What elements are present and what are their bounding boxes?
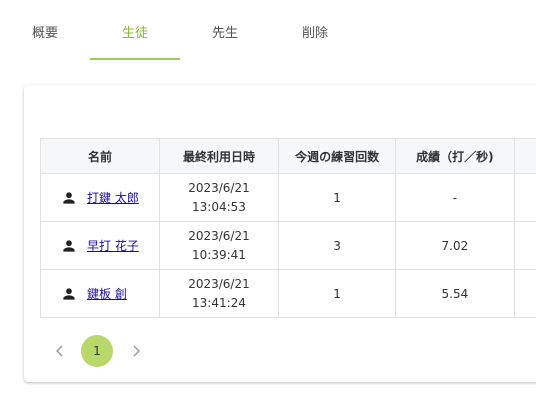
weekly-count-cell: 1 (277, 173, 397, 222)
table-row: 鍵板 創 2023/6/21 13:41:24 1 5.54 (40, 269, 536, 318)
name-cell: 鍵板 創 (40, 269, 160, 318)
active-tab-indicator (90, 58, 180, 60)
header-score[interactable]: 成績（打／秒) (395, 138, 515, 174)
weekly-count-cell: 1 (277, 269, 397, 318)
tab-overview[interactable]: 概要 (0, 0, 90, 62)
student-name-link[interactable]: 早打 花子 (87, 237, 139, 254)
name-cell: 早打 花子 (40, 221, 160, 270)
header-last-used[interactable]: 最終利用日時 (158, 138, 279, 174)
last-used-date: 2023/6/21 (188, 180, 250, 195)
last-used-time: 13:41:24 (192, 295, 246, 310)
student-name-link[interactable]: 鍵板 創 (87, 285, 127, 302)
tab-delete[interactable]: 削除 (270, 0, 360, 62)
score-cell: 7.02 (395, 221, 515, 270)
last-used-time: 13:04:53 (192, 199, 246, 214)
person-icon (63, 191, 75, 204)
extra-cell (513, 269, 536, 318)
person-icon (63, 287, 75, 300)
table-row: 早打 花子 2023/6/21 10:39:41 3 7.02 (40, 221, 536, 270)
weekly-count-cell: 3 (277, 221, 397, 270)
extra-cell (513, 173, 536, 222)
score-cell: - (395, 173, 515, 222)
students-table: 名前 最終利用日時 今週の練習回数 成績（打／秒) 打鍵 太郎 2023/6/2… (40, 138, 536, 318)
students-card: 名前 最終利用日時 今週の練習回数 成績（打／秒) 打鍵 太郎 2023/6/2… (24, 85, 536, 382)
tab-teachers[interactable]: 先生 (180, 0, 270, 62)
last-used-date: 2023/6/21 (188, 276, 250, 291)
last-used-date: 2023/6/21 (188, 228, 250, 243)
last-used-time: 10:39:41 (192, 247, 246, 262)
tab-bar: 概要 生徒 先生 削除 (0, 0, 536, 62)
student-name-link[interactable]: 打鍵 太郎 (87, 189, 139, 206)
header-extra (513, 138, 536, 174)
tab-students[interactable]: 生徒 (90, 0, 180, 62)
chevron-left-icon[interactable] (52, 343, 68, 359)
name-cell: 打鍵 太郎 (40, 173, 160, 222)
table-header-row: 名前 最終利用日時 今週の練習回数 成績（打／秒) (40, 138, 536, 174)
header-weekly-count[interactable]: 今週の練習回数 (277, 138, 397, 174)
last-used-cell: 2023/6/21 13:41:24 (158, 269, 279, 318)
score-cell: 5.54 (395, 269, 515, 318)
table-row: 打鍵 太郎 2023/6/21 13:04:53 1 - (40, 173, 536, 222)
last-used-cell: 2023/6/21 13:04:53 (158, 173, 279, 222)
person-icon (63, 239, 75, 252)
last-used-cell: 2023/6/21 10:39:41 (158, 221, 279, 270)
header-name[interactable]: 名前 (40, 138, 160, 174)
chevron-right-icon[interactable] (128, 343, 144, 359)
page-button-current[interactable]: 1 (81, 335, 113, 367)
extra-cell (513, 221, 536, 270)
